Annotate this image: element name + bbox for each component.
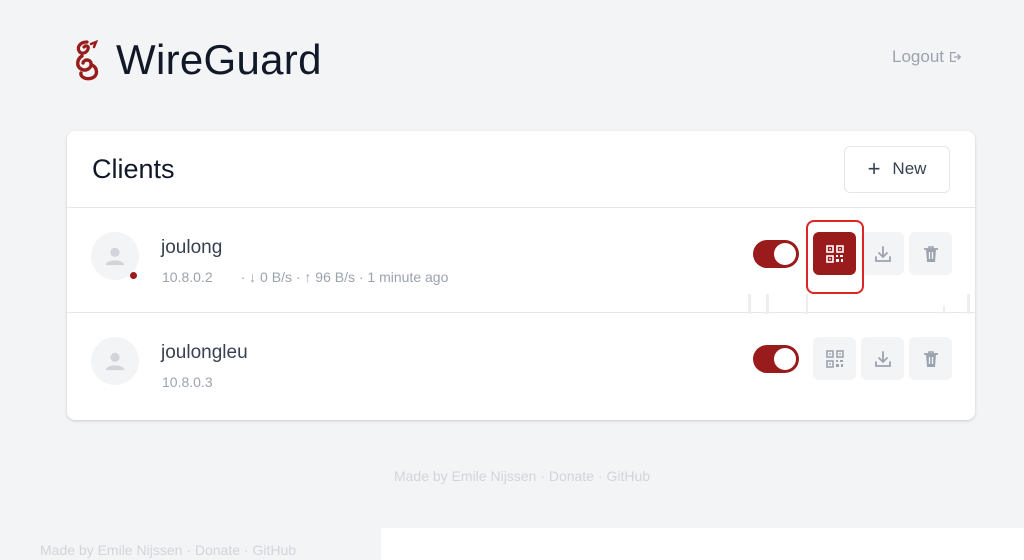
new-client-button[interactable]: + New	[844, 145, 950, 193]
footer-separator: ·	[240, 542, 253, 558]
logout-icon	[949, 51, 962, 63]
client-row: joulongleu 10.8.0.3	[67, 313, 975, 418]
app-header: WireGuard	[72, 34, 322, 86]
footer-separator: ·	[536, 468, 549, 484]
delete-client-button[interactable]	[909, 337, 952, 380]
footer-credit: Made by Emile Nijssen	[40, 542, 183, 558]
footer-credit: Made by Emile Nijssen	[393, 468, 537, 484]
qrcode-icon	[825, 244, 844, 263]
online-status-dot	[129, 271, 138, 280]
github-link[interactable]: GitHub	[606, 468, 650, 484]
github-link[interactable]: GitHub	[252, 542, 296, 558]
footer-duplicate: Made by Emile Nijssen · Donate · GitHub	[40, 542, 296, 558]
show-qr-button[interactable]	[813, 232, 856, 275]
user-icon	[105, 247, 125, 266]
download-icon	[874, 350, 891, 367]
client-transfer: · ↓ 0 B/s · ↑ 96 B/s · 1 minute ago	[240, 269, 449, 285]
logout-label: Logout	[892, 47, 944, 66]
client-meta: 10.8.0.3	[162, 374, 241, 390]
client-actions	[753, 337, 952, 380]
logout-button[interactable]: Logout	[892, 47, 962, 67]
plus-icon: +	[867, 156, 881, 181]
qrcode-icon	[825, 349, 844, 368]
clients-card: Clients + New joulong 10.8.0.2 · ↓ 0 B/s…	[67, 131, 975, 420]
overlay-panel	[381, 528, 1024, 560]
user-icon	[105, 352, 125, 371]
download-config-button[interactable]	[861, 232, 904, 275]
client-actions	[753, 232, 952, 275]
card-header: Clients + New	[67, 131, 975, 208]
client-ip: 10.8.0.2	[162, 269, 213, 285]
download-icon	[874, 245, 891, 262]
trash-icon	[923, 350, 938, 367]
app-title: WireGuard	[116, 36, 322, 83]
footer: Made by Emile Nijssen · Donate · GitHub	[0, 468, 1024, 484]
footer-separator: ·	[182, 542, 195, 558]
trash-icon	[923, 245, 938, 262]
transfer-sparkline	[748, 294, 970, 314]
donate-link[interactable]: Donate	[549, 468, 594, 484]
new-client-label: New	[892, 159, 927, 178]
client-name: joulongleu	[161, 342, 248, 363]
client-name: joulong	[161, 237, 223, 258]
client-ip: 10.8.0.3	[162, 374, 213, 390]
delete-client-button[interactable]	[909, 232, 952, 275]
wireguard-logo-icon	[76, 39, 99, 81]
show-qr-button[interactable]	[813, 337, 856, 380]
card-title: Clients	[92, 153, 175, 184]
toggle-knob	[774, 242, 796, 265]
donate-link[interactable]: Donate	[195, 542, 240, 558]
footer-separator: ·	[593, 468, 607, 484]
enable-toggle[interactable]	[753, 239, 799, 268]
avatar	[91, 337, 139, 385]
client-meta: 10.8.0.2 · ↓ 0 B/s · ↑ 96 B/s · 1 minute…	[162, 269, 448, 285]
download-config-button[interactable]	[861, 337, 904, 380]
toggle-knob	[774, 347, 796, 370]
enable-toggle[interactable]	[753, 344, 799, 373]
